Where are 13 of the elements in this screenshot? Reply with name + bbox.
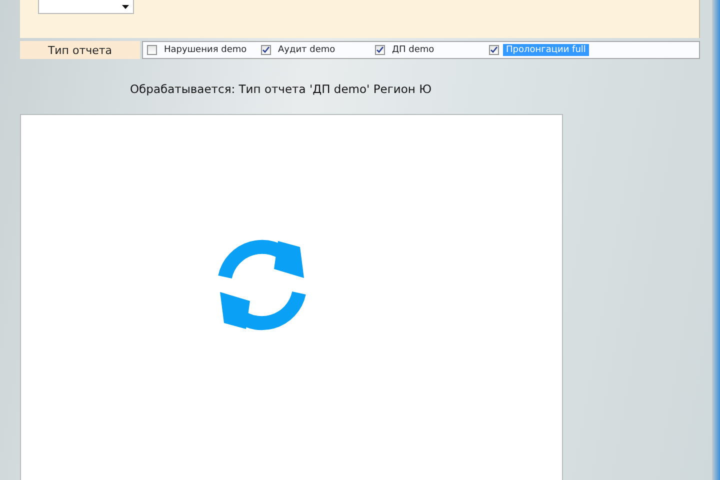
checkmark-icon <box>490 46 498 54</box>
option-label[interactable]: Нарушения demo <box>161 44 250 56</box>
checkbox[interactable] <box>375 45 385 55</box>
checkbox[interactable] <box>489 45 499 55</box>
caret-icon <box>122 4 129 8</box>
option-label[interactable]: ДП demo <box>389 44 438 56</box>
checkbox[interactable] <box>261 45 271 55</box>
filter-label: Тип отчета <box>20 41 140 59</box>
status-text: Обрабатывается: Тип отчета 'ДП demo' Регион Ю <box>130 82 432 98</box>
checkmark-icon <box>262 46 270 54</box>
option-label[interactable]: Аудит demo <box>275 44 338 56</box>
checkmark-icon <box>376 46 384 54</box>
checkbox[interactable] <box>147 45 157 55</box>
